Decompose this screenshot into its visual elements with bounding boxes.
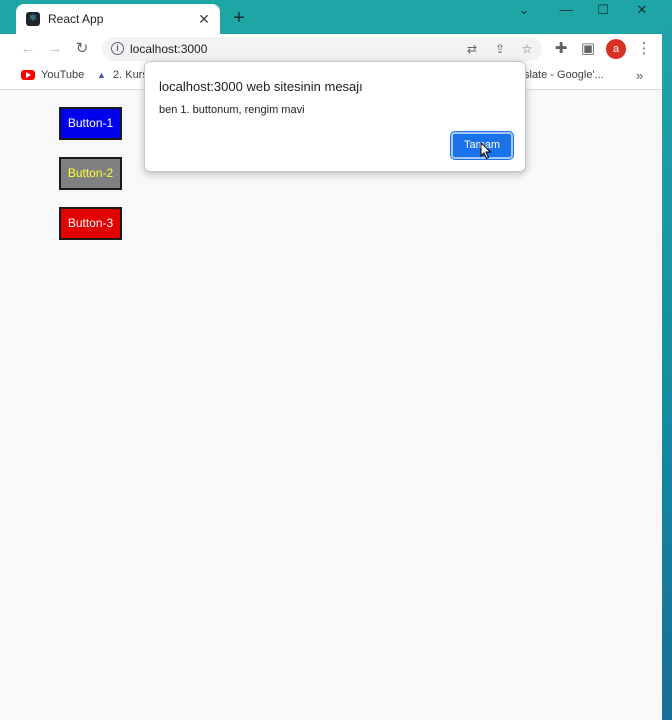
forward-icon[interactable]: →: [45, 39, 65, 59]
tab-react-app[interactable]: ⚛ React App ✕: [16, 4, 220, 34]
menu-icon[interactable]: ⋮: [634, 39, 654, 59]
bookmark-star-icon[interactable]: ☆: [518, 40, 536, 58]
bookmark-translate[interactable]: slate - Google'...: [524, 69, 604, 81]
bookmark-kurs[interactable]: ▲ 2. Kurs: [97, 69, 148, 81]
bookmark-icon: ▲: [97, 70, 106, 80]
minimize-button[interactable]: —: [546, 0, 586, 20]
dialog-message: ben 1. buttonum, rengim mavi: [159, 104, 305, 116]
share-icon[interactable]: ⇪: [491, 40, 509, 58]
title-bar: ⚛ React App ✕ + ⌄ — ☐ ✕: [0, 0, 662, 34]
button-1[interactable]: Button-1: [59, 107, 122, 140]
maximize-button[interactable]: ☐: [583, 0, 623, 20]
browser-window: ⚛ React App ✕ + ⌄ — ☐ ✕ ← → ↻ i localhos…: [0, 0, 662, 720]
dialog-title: localhost:3000 web sitesinin mesajı: [159, 79, 363, 94]
url-text[interactable]: localhost:3000: [130, 42, 207, 56]
mouse-cursor-icon: [480, 142, 492, 160]
address-bar[interactable]: i localhost:3000 ⇄ ⇪ ☆: [102, 37, 542, 61]
button-2[interactable]: Button-2: [59, 157, 122, 190]
translate-icon[interactable]: ⇄: [463, 40, 481, 58]
profile-avatar[interactable]: a: [606, 39, 626, 59]
back-icon[interactable]: ←: [18, 39, 38, 59]
desktop-background: [662, 0, 672, 720]
bookmark-label: slate - Google'...: [524, 69, 604, 81]
bookmark-label: 2. Kurs: [113, 69, 148, 81]
youtube-icon: [21, 70, 35, 80]
browser-toolbar: ← → ↻ i localhost:3000 ⇄ ⇪ ☆ ✚ ▣ a ⋮: [0, 34, 662, 64]
bookmark-label: YouTube: [41, 69, 85, 81]
button-3[interactable]: Button-3: [59, 207, 122, 240]
side-panel-icon[interactable]: ▣: [578, 39, 598, 59]
new-tab-button[interactable]: +: [230, 8, 248, 28]
alert-dialog: localhost:3000 web sitesinin mesajı ben …: [144, 61, 526, 172]
page-content: Button-1 Button-2 Button-3: [10, 91, 662, 720]
react-icon: ⚛: [26, 12, 40, 26]
reload-icon[interactable]: ↻: [72, 39, 92, 59]
tab-close-icon[interactable]: ✕: [196, 12, 212, 26]
info-icon[interactable]: i: [111, 42, 124, 55]
bookmarks-more-icon[interactable]: »: [636, 68, 643, 83]
close-window-button[interactable]: ✕: [622, 0, 662, 20]
bookmark-youtube[interactable]: YouTube: [21, 69, 84, 81]
tab-search-icon[interactable]: ⌄: [504, 0, 544, 20]
extensions-icon[interactable]: ✚: [551, 39, 571, 59]
tab-title: React App: [48, 12, 104, 26]
